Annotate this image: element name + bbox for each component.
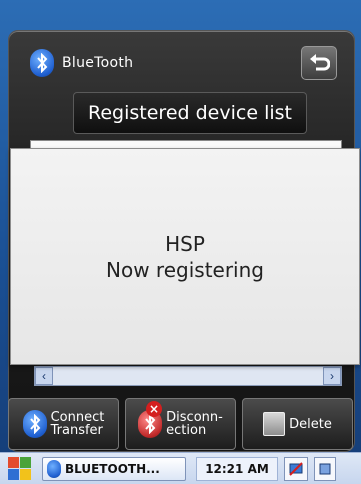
trash-icon [263,412,286,436]
transfer-label: Transfer [50,423,103,438]
app-title: BlueTooth [62,55,134,71]
scroll-left-arrow-icon[interactable]: ‹ [35,367,53,385]
registered-device-list-button[interactable]: Registered device list [73,92,307,134]
return-arrow-icon [310,54,330,71]
start-menu-icon[interactable] [8,456,32,481]
tray-icon-partial[interactable] [314,456,336,481]
delete-button[interactable]: Delete [242,398,353,450]
network-tray-icon[interactable] [284,456,308,481]
horizontal-scrollbar[interactable]: ‹ › [34,366,342,386]
taskbar-app-label: BLUETOOTH... [65,461,160,476]
bluetooth-icon [30,49,54,77]
registering-dialog: HSP Now registering [10,148,360,365]
dialog-profile-label: HSP [165,231,205,256]
taskbar: BLUETOOTH... 12:21 AM [0,452,361,484]
disconnection-button[interactable]: × Disconn- ection [125,398,236,450]
back-button[interactable] [301,46,337,80]
x-badge-icon: × [146,401,162,417]
taskbar-clock[interactable]: 12:21 AM [196,456,278,481]
bluetooth-connect-icon [22,410,47,438]
app-header: BlueTooth [30,48,133,78]
ection-label: ection [166,423,207,438]
dialog-status-label: Now registering [106,257,264,282]
bottom-toolbar: Connect Transfer × Disconn- ection Delet… [8,398,353,452]
delete-label: Delete [289,416,332,432]
scroll-right-arrow-icon[interactable]: › [323,367,341,385]
taskbar-bluetooth-app[interactable]: BLUETOOTH... [42,456,186,481]
bluetooth-small-icon [47,459,61,478]
connect-transfer-button[interactable]: Connect Transfer [8,398,119,450]
